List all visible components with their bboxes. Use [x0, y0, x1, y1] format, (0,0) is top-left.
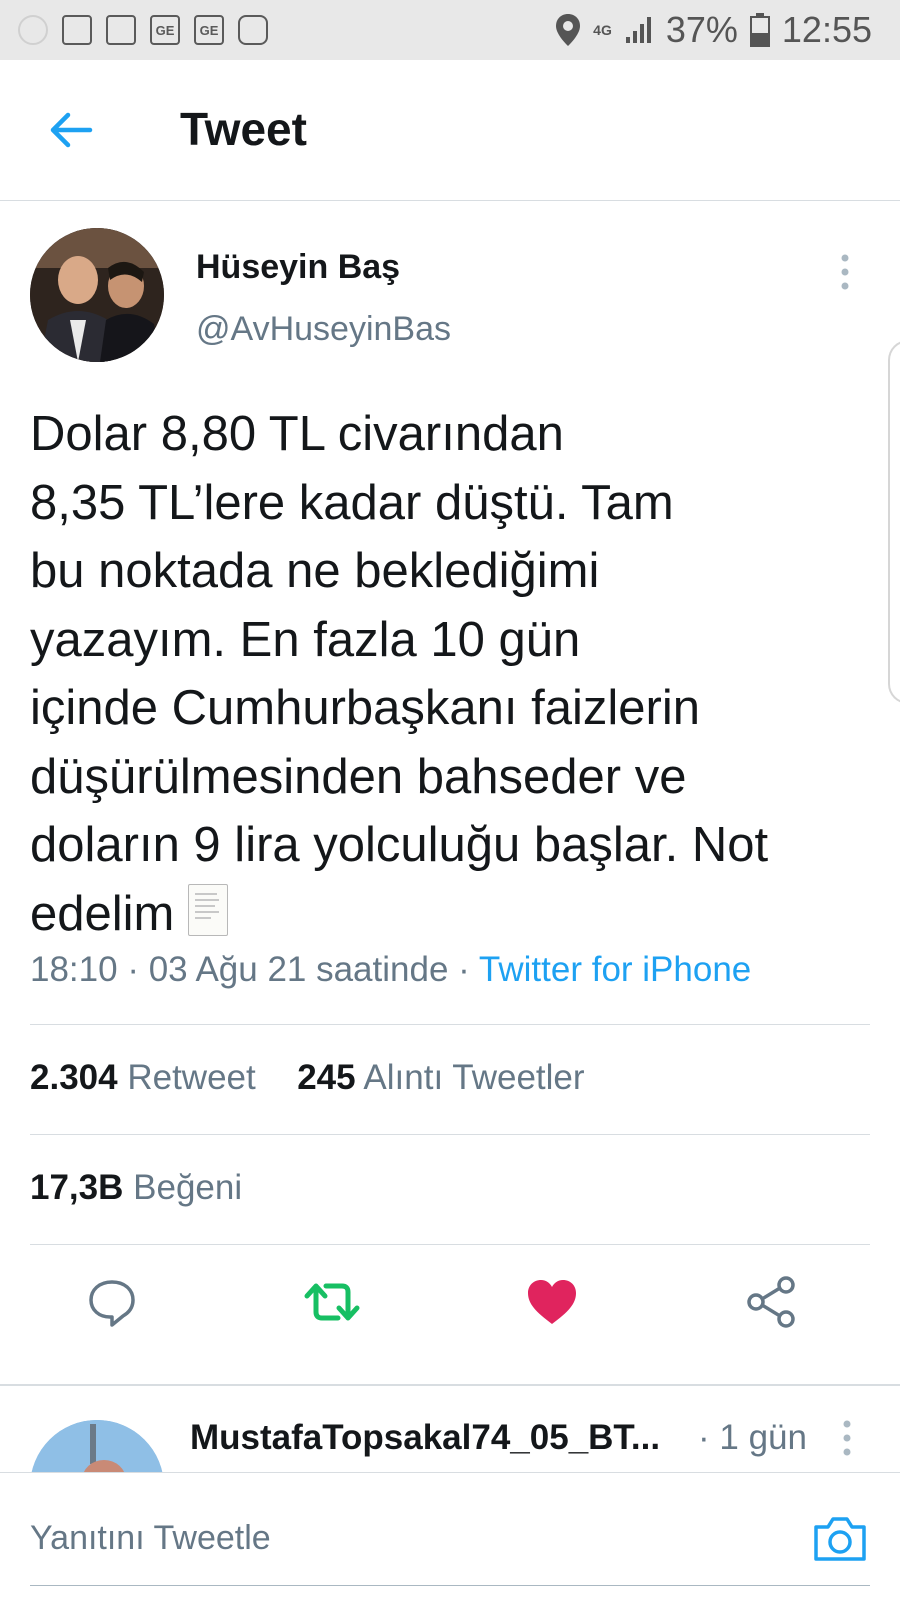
divider	[30, 1134, 870, 1135]
page-title: Tweet	[180, 103, 307, 155]
share-icon[interactable]	[742, 1272, 802, 1332]
circle-icon	[18, 15, 48, 45]
reply-author-name[interactable]: MustafaTopsakal74_05_BT...	[190, 1418, 660, 1458]
laptop-icon	[62, 15, 92, 45]
like-count[interactable]: 17,3B	[30, 1168, 123, 1207]
top-bar: Tweet	[0, 60, 900, 201]
tweet-text: Dolar 8,80 TL civarından 8,35 TL’lere ka…	[30, 400, 880, 948]
tweet-meta: 18:10 · 03 Ağu 21 saatinde · Twitter for…	[30, 950, 751, 990]
retweet-count[interactable]: 2.304	[30, 1058, 118, 1097]
like-stats: 17,3B Beğeni	[30, 1168, 242, 1208]
ge-label: GE	[199, 22, 219, 38]
back-arrow-icon[interactable]	[46, 106, 94, 154]
ge-icon: GE	[150, 15, 180, 45]
location-icon	[556, 14, 581, 46]
tweet-time: 18:10	[30, 950, 118, 989]
camera-icon[interactable]	[812, 1513, 868, 1563]
retweet-icon[interactable]	[302, 1272, 362, 1332]
ge-label: GE	[155, 22, 175, 38]
tweet-source-link[interactable]: Twitter for iPhone	[479, 950, 751, 989]
more-options-icon[interactable]	[838, 252, 852, 292]
clock: 12:55	[781, 9, 872, 50]
network-type: 4G	[593, 22, 612, 38]
reply-icon[interactable]	[82, 1272, 142, 1332]
meta-separator: ·	[458, 950, 470, 989]
avatar-photo	[30, 228, 164, 362]
meta-separator: ·	[127, 950, 139, 989]
reply-input[interactable]: Yanıtını Tweetle	[30, 1519, 271, 1558]
reply-compose-bar: Yanıtını Tweetle	[0, 1472, 900, 1601]
quote-count[interactable]: 245	[297, 1058, 355, 1097]
reply-time: · 1 gün	[698, 1418, 807, 1457]
battery-percent: 37%	[665, 9, 738, 50]
input-underline	[30, 1585, 870, 1586]
status-bar: GE GE 4G 37% 12:55	[0, 0, 900, 60]
notification-icons: GE GE	[0, 15, 268, 45]
reply-more-options-icon[interactable]	[840, 1418, 854, 1458]
like-label[interactable]: Beğeni	[133, 1168, 242, 1207]
battery-icon	[749, 13, 770, 47]
tweet-date: 03 Ağu 21 saatinde	[148, 950, 449, 989]
scroll-edge	[888, 340, 900, 704]
quote-label[interactable]: Alıntı Tweetler	[363, 1058, 584, 1097]
image-icon	[106, 15, 136, 45]
ge-icon: GE	[194, 15, 224, 45]
tweet-body: Dolar 8,80 TL civarından 8,35 TL’lere ka…	[30, 407, 769, 941]
author-name[interactable]: Hüseyin Baş	[196, 248, 400, 287]
instagram-icon	[238, 15, 268, 45]
status-right: 4G 37% 12:55	[555, 9, 900, 51]
retweet-stats: 2.304 Retweet 245 Alıntı Tweetler	[30, 1058, 585, 1098]
signal-icon	[625, 17, 651, 43]
tweet-actions	[0, 1272, 900, 1332]
section-divider	[0, 1384, 900, 1386]
document-emoji-icon	[188, 883, 229, 936]
divider	[30, 1244, 870, 1245]
like-icon[interactable]	[522, 1272, 582, 1332]
retweet-label[interactable]: Retweet	[127, 1058, 255, 1097]
divider	[30, 1024, 870, 1025]
author-avatar[interactable]	[30, 228, 164, 362]
author-handle[interactable]: @AvHuseyinBas	[196, 310, 451, 349]
